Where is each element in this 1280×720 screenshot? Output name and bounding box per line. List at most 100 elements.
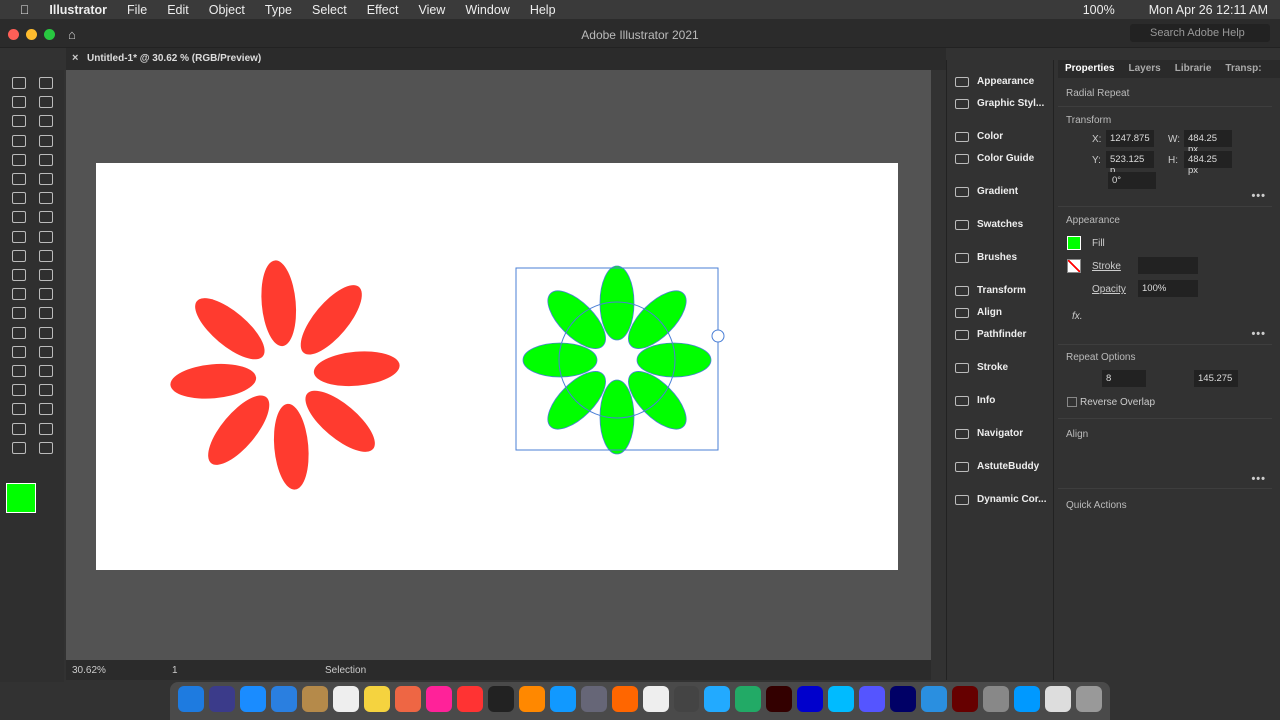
tool-icon[interactable] <box>39 384 53 397</box>
tool-icon[interactable] <box>12 134 26 147</box>
artboard-number[interactable]: 1 <box>172 665 178 676</box>
panel-stroke[interactable]: Stroke <box>955 362 1008 373</box>
dock-app-icon[interactable] <box>828 686 855 712</box>
tool-icon[interactable] <box>12 249 26 262</box>
close-window-button[interactable] <box>8 29 19 40</box>
canvas[interactable] <box>66 70 931 660</box>
menu-effect[interactable]: Effect <box>367 3 399 17</box>
instances-field[interactable]: 8 <box>1102 370 1146 387</box>
tab-libraries[interactable]: Librarie <box>1175 63 1212 75</box>
tool-icon[interactable] <box>39 249 53 262</box>
panel-info[interactable]: Info <box>955 395 995 406</box>
radius-field[interactable]: 145.275 <box>1194 370 1238 387</box>
tool-icon[interactable] <box>12 288 26 301</box>
tool-icon[interactable] <box>39 307 53 320</box>
red-flower[interactable] <box>169 259 401 491</box>
tool-icon[interactable] <box>39 441 53 454</box>
panel-gradient[interactable]: Gradient <box>955 186 1018 197</box>
dock-app-icon[interactable] <box>1014 686 1041 712</box>
tool-icon[interactable] <box>12 307 26 320</box>
panel-astutebuddy[interactable]: AstuteBuddy <box>955 461 1039 472</box>
panel-transform[interactable]: Transform <box>955 285 1026 296</box>
menu-file[interactable]: File <box>127 3 147 17</box>
tool-icon[interactable] <box>39 115 53 128</box>
tool-icon[interactable] <box>12 441 26 454</box>
tool-icon[interactable] <box>39 403 53 416</box>
dock-app-icon[interactable] <box>487 686 514 712</box>
dock-app-icon[interactable] <box>270 686 297 712</box>
tool-icon[interactable] <box>39 269 53 281</box>
dock-app-icon[interactable] <box>890 686 917 712</box>
dock-app-icon[interactable] <box>394 686 421 712</box>
w-field[interactable]: 484.25 px <box>1184 130 1232 155</box>
dock-app-icon[interactable] <box>208 686 235 712</box>
menu-type[interactable]: Type <box>265 3 292 17</box>
tool-icon[interactable] <box>12 230 26 243</box>
dock-app-icon[interactable] <box>332 686 359 712</box>
petal[interactable] <box>169 361 258 402</box>
tool-icon[interactable] <box>12 115 26 128</box>
more-icon[interactable]: ••• <box>1251 473 1266 485</box>
clock[interactable]: Mon Apr 26 12:11 AM <box>1149 3 1268 17</box>
tool-icon[interactable] <box>39 173 53 185</box>
panel-graphic-styl-[interactable]: Graphic Styl... <box>955 98 1044 109</box>
dock-app-icon[interactable] <box>301 686 328 712</box>
dock-app-icon[interactable] <box>921 686 948 712</box>
tool-icon[interactable] <box>39 422 53 435</box>
dock-app-icon[interactable] <box>456 686 483 712</box>
panel-brushes[interactable]: Brushes <box>955 252 1017 263</box>
tab-properties[interactable]: Properties <box>1065 63 1114 75</box>
tool-icon[interactable] <box>12 173 26 185</box>
tool-icon[interactable] <box>39 96 53 109</box>
tool-icon[interactable] <box>12 77 26 89</box>
fill-swatch[interactable] <box>6 483 36 513</box>
dock-app-icon[interactable] <box>766 686 793 712</box>
minimize-window-button[interactable] <box>26 29 37 40</box>
dock-app-icon[interactable] <box>239 686 266 712</box>
zoom-window-button[interactable] <box>44 29 55 40</box>
tool-icon[interactable] <box>39 77 53 89</box>
panel-appearance[interactable]: Appearance <box>955 76 1034 87</box>
close-tab-icon[interactable]: × <box>72 52 78 64</box>
dock-app-icon[interactable] <box>518 686 545 712</box>
tool-icon[interactable] <box>39 134 53 147</box>
petal[interactable] <box>258 259 299 348</box>
menu-window[interactable]: Window <box>465 3 509 17</box>
x-field[interactable]: 1247.875 <box>1106 130 1154 147</box>
panel-pathfinder[interactable]: Pathfinder <box>955 329 1026 340</box>
tool-icon[interactable] <box>12 345 26 358</box>
tool-icon[interactable] <box>12 153 26 166</box>
more-icon[interactable]: ••• <box>1251 328 1266 340</box>
fx-button[interactable]: fx. <box>1072 311 1083 322</box>
petal[interactable] <box>186 288 274 369</box>
repeat-handle[interactable] <box>711 329 725 343</box>
rotate-field[interactable]: 0° <box>1108 172 1156 189</box>
tab-layers[interactable]: Layers <box>1128 63 1160 75</box>
dock-app-icon[interactable] <box>704 686 731 712</box>
dock-app-icon[interactable] <box>642 686 669 712</box>
petal[interactable] <box>296 381 384 462</box>
menu-app[interactable]: Illustrator <box>49 3 107 17</box>
h-field[interactable]: 484.25 px <box>1184 151 1232 176</box>
dock-app-icon[interactable] <box>1045 686 1072 712</box>
dock-app-icon[interactable] <box>1076 686 1103 712</box>
dock-app-icon[interactable] <box>549 686 576 712</box>
stroke-label[interactable]: Stroke <box>1092 261 1121 272</box>
tool-icon[interactable] <box>12 384 26 397</box>
more-icon[interactable]: ••• <box>1251 190 1266 202</box>
search-input[interactable]: Search Adobe Help <box>1130 24 1270 42</box>
menu-select[interactable]: Select <box>312 3 347 17</box>
dock-app-icon[interactable] <box>611 686 638 712</box>
green-radial-repeat[interactable] <box>522 265 712 455</box>
dock-app-icon[interactable] <box>735 686 762 712</box>
artboard[interactable] <box>96 163 898 570</box>
tool-icon[interactable] <box>12 269 26 281</box>
zoom-level[interactable]: 30.62% <box>72 665 106 676</box>
reverse-overlap-checkbox[interactable] <box>1067 397 1077 407</box>
petal[interactable] <box>291 276 372 364</box>
tool-icon[interactable] <box>12 211 26 224</box>
opacity-label[interactable]: Opacity <box>1092 284 1126 295</box>
battery-status[interactable]: 100% <box>1083 3 1115 17</box>
panel-color-guide[interactable]: Color Guide <box>955 153 1034 164</box>
tool-icon[interactable] <box>39 288 53 301</box>
